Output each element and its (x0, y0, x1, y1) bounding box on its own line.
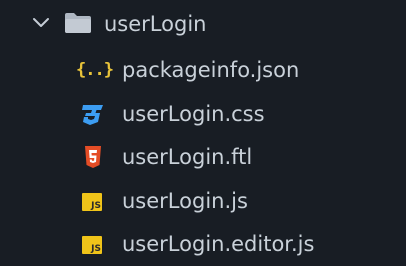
file-row-userlogin-js[interactable]: JS userLogin.js (0, 180, 406, 222)
file-label: userLogin.ftl (122, 145, 253, 169)
file-row-userlogin-ftl[interactable]: userLogin.ftl (0, 136, 406, 178)
file-label: userLogin.css (122, 102, 265, 126)
js-icon: JS (82, 193, 102, 211)
folder-label: userLogin (104, 12, 207, 36)
file-label: packageinfo.json (122, 58, 300, 82)
chevron-down-icon[interactable] (30, 11, 52, 33)
file-label: userLogin.editor.js (122, 232, 315, 256)
file-row-userlogin-editor-js[interactable]: JS userLogin.editor.js (0, 223, 406, 265)
file-row-userlogin-css[interactable]: userLogin.css (0, 93, 406, 135)
file-label: userLogin.js (122, 189, 248, 213)
file-row-packageinfo-json[interactable]: {..} packageinfo.json (0, 49, 406, 91)
js-icon: JS (82, 236, 102, 254)
css-icon (82, 105, 103, 125)
js-icon-text: JS (91, 201, 101, 211)
file-explorer-panel: userLogin {..} packageinfo.json userLogi… (0, 0, 406, 266)
folder-icon (65, 13, 91, 33)
folder-row-userlogin[interactable]: userLogin (0, 3, 406, 45)
js-icon-text: JS (91, 244, 101, 254)
json-braces-icon: {..} (76, 60, 114, 80)
html5-icon (85, 146, 101, 168)
